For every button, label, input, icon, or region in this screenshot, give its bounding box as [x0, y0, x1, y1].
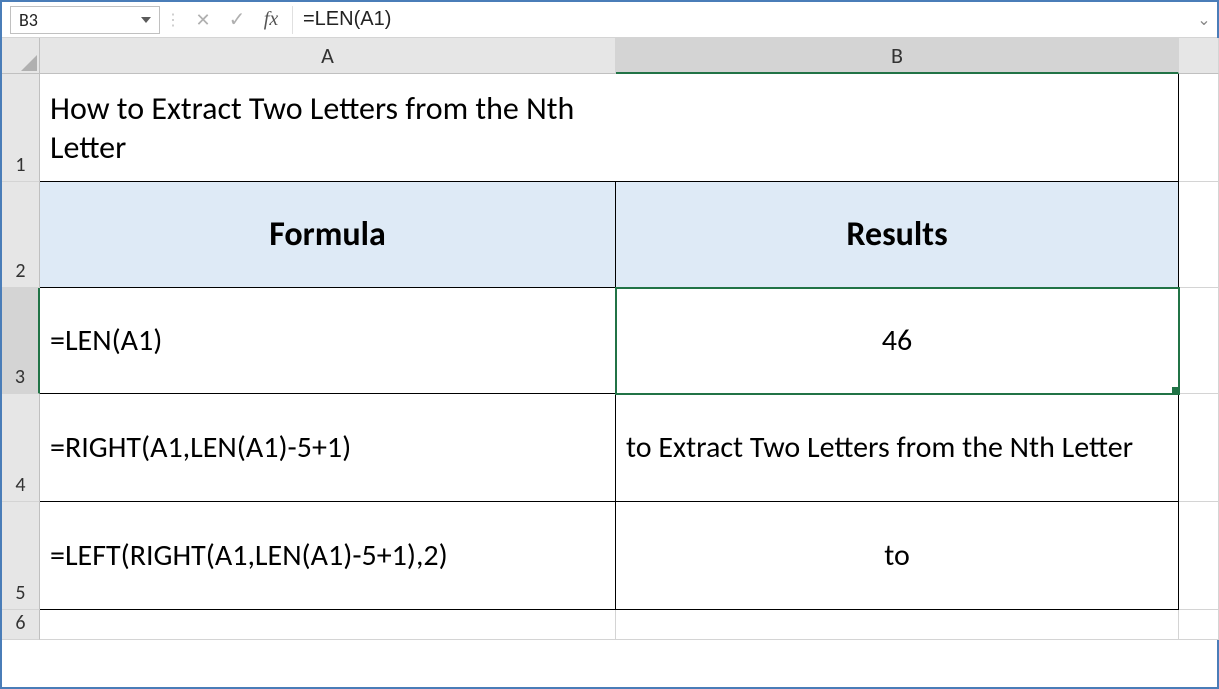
cell-b5[interactable]: to: [616, 502, 1179, 610]
cell-b2[interactable]: Results: [616, 182, 1179, 288]
cell-a5[interactable]: =LEFT(RIGHT(A1,LEN(A1)-5+1),2): [40, 502, 616, 610]
fx-icon[interactable]: fx: [254, 6, 288, 34]
cell-blank-2[interactable]: [1179, 182, 1219, 288]
cell-a4[interactable]: =RIGHT(A1,LEN(A1)-5+1): [40, 394, 616, 502]
row-5: =LEFT(RIGHT(A1,LEN(A1)-5+1),2) to: [40, 502, 1219, 610]
cell-a1[interactable]: How to Extract Two Letters from the Nth …: [40, 74, 616, 182]
cell-b6[interactable]: [616, 610, 1179, 640]
separator-icon: ⋮: [168, 7, 178, 33]
chevron-down-icon[interactable]: [141, 17, 151, 23]
cell-blank-4[interactable]: [1179, 394, 1219, 502]
row-header-2[interactable]: 2: [2, 182, 40, 288]
row-4: =RIGHT(A1,LEN(A1)-5+1) to Extract Two Le…: [40, 394, 1219, 502]
cell-b4[interactable]: to Extract Two Letters from the Nth Lett…: [616, 394, 1179, 502]
row-header-5[interactable]: 5: [2, 502, 40, 610]
spreadsheet-grid: 1 2 3 4 5 6 A B How to Extract Two Lette…: [2, 38, 1217, 687]
row-header-1[interactable]: 1: [2, 74, 40, 182]
cancel-icon[interactable]: [186, 6, 220, 34]
column-header-b[interactable]: B: [616, 38, 1179, 74]
cell-b1-merged[interactable]: [616, 74, 1179, 182]
row-2: Formula Results: [40, 182, 1219, 288]
column-headers: A B: [40, 38, 1219, 74]
cell-b3[interactable]: 46: [616, 288, 1179, 394]
cell-a3[interactable]: =LEN(A1): [40, 288, 616, 394]
cell-a2[interactable]: Formula: [40, 182, 616, 288]
cell-blank-6[interactable]: [1179, 610, 1219, 640]
select-all-corner[interactable]: [2, 38, 40, 74]
name-box[interactable]: B3: [10, 6, 160, 34]
column-header-blank[interactable]: [1179, 38, 1219, 74]
left-gutter: 1 2 3 4 5 6: [2, 38, 40, 687]
name-box-value: B3: [19, 9, 141, 31]
row-1: How to Extract Two Letters from the Nth …: [40, 74, 1219, 182]
formula-bar: B3 ⋮ fx ⌄: [2, 2, 1217, 38]
row-header-4[interactable]: 4: [2, 394, 40, 502]
cell-blank-3[interactable]: [1179, 288, 1219, 394]
row-header-3[interactable]: 3: [2, 288, 40, 394]
row-3: =LEN(A1) 46: [40, 288, 1219, 394]
grid-main: A B How to Extract Two Letters from the …: [40, 38, 1219, 687]
expand-formula-bar-icon[interactable]: ⌄: [1195, 6, 1213, 34]
cell-a6[interactable]: [40, 610, 616, 640]
row-headers: 1 2 3 4 5 6: [2, 74, 40, 640]
cell-blank-1[interactable]: [1179, 74, 1219, 182]
row-header-6[interactable]: 6: [2, 610, 40, 640]
row-6: [40, 610, 1219, 640]
enter-icon[interactable]: [220, 6, 254, 34]
column-header-a[interactable]: A: [40, 38, 616, 74]
cell-blank-5[interactable]: [1179, 502, 1219, 610]
grid-body: How to Extract Two Letters from the Nth …: [40, 74, 1219, 640]
formula-input[interactable]: [292, 6, 1195, 34]
